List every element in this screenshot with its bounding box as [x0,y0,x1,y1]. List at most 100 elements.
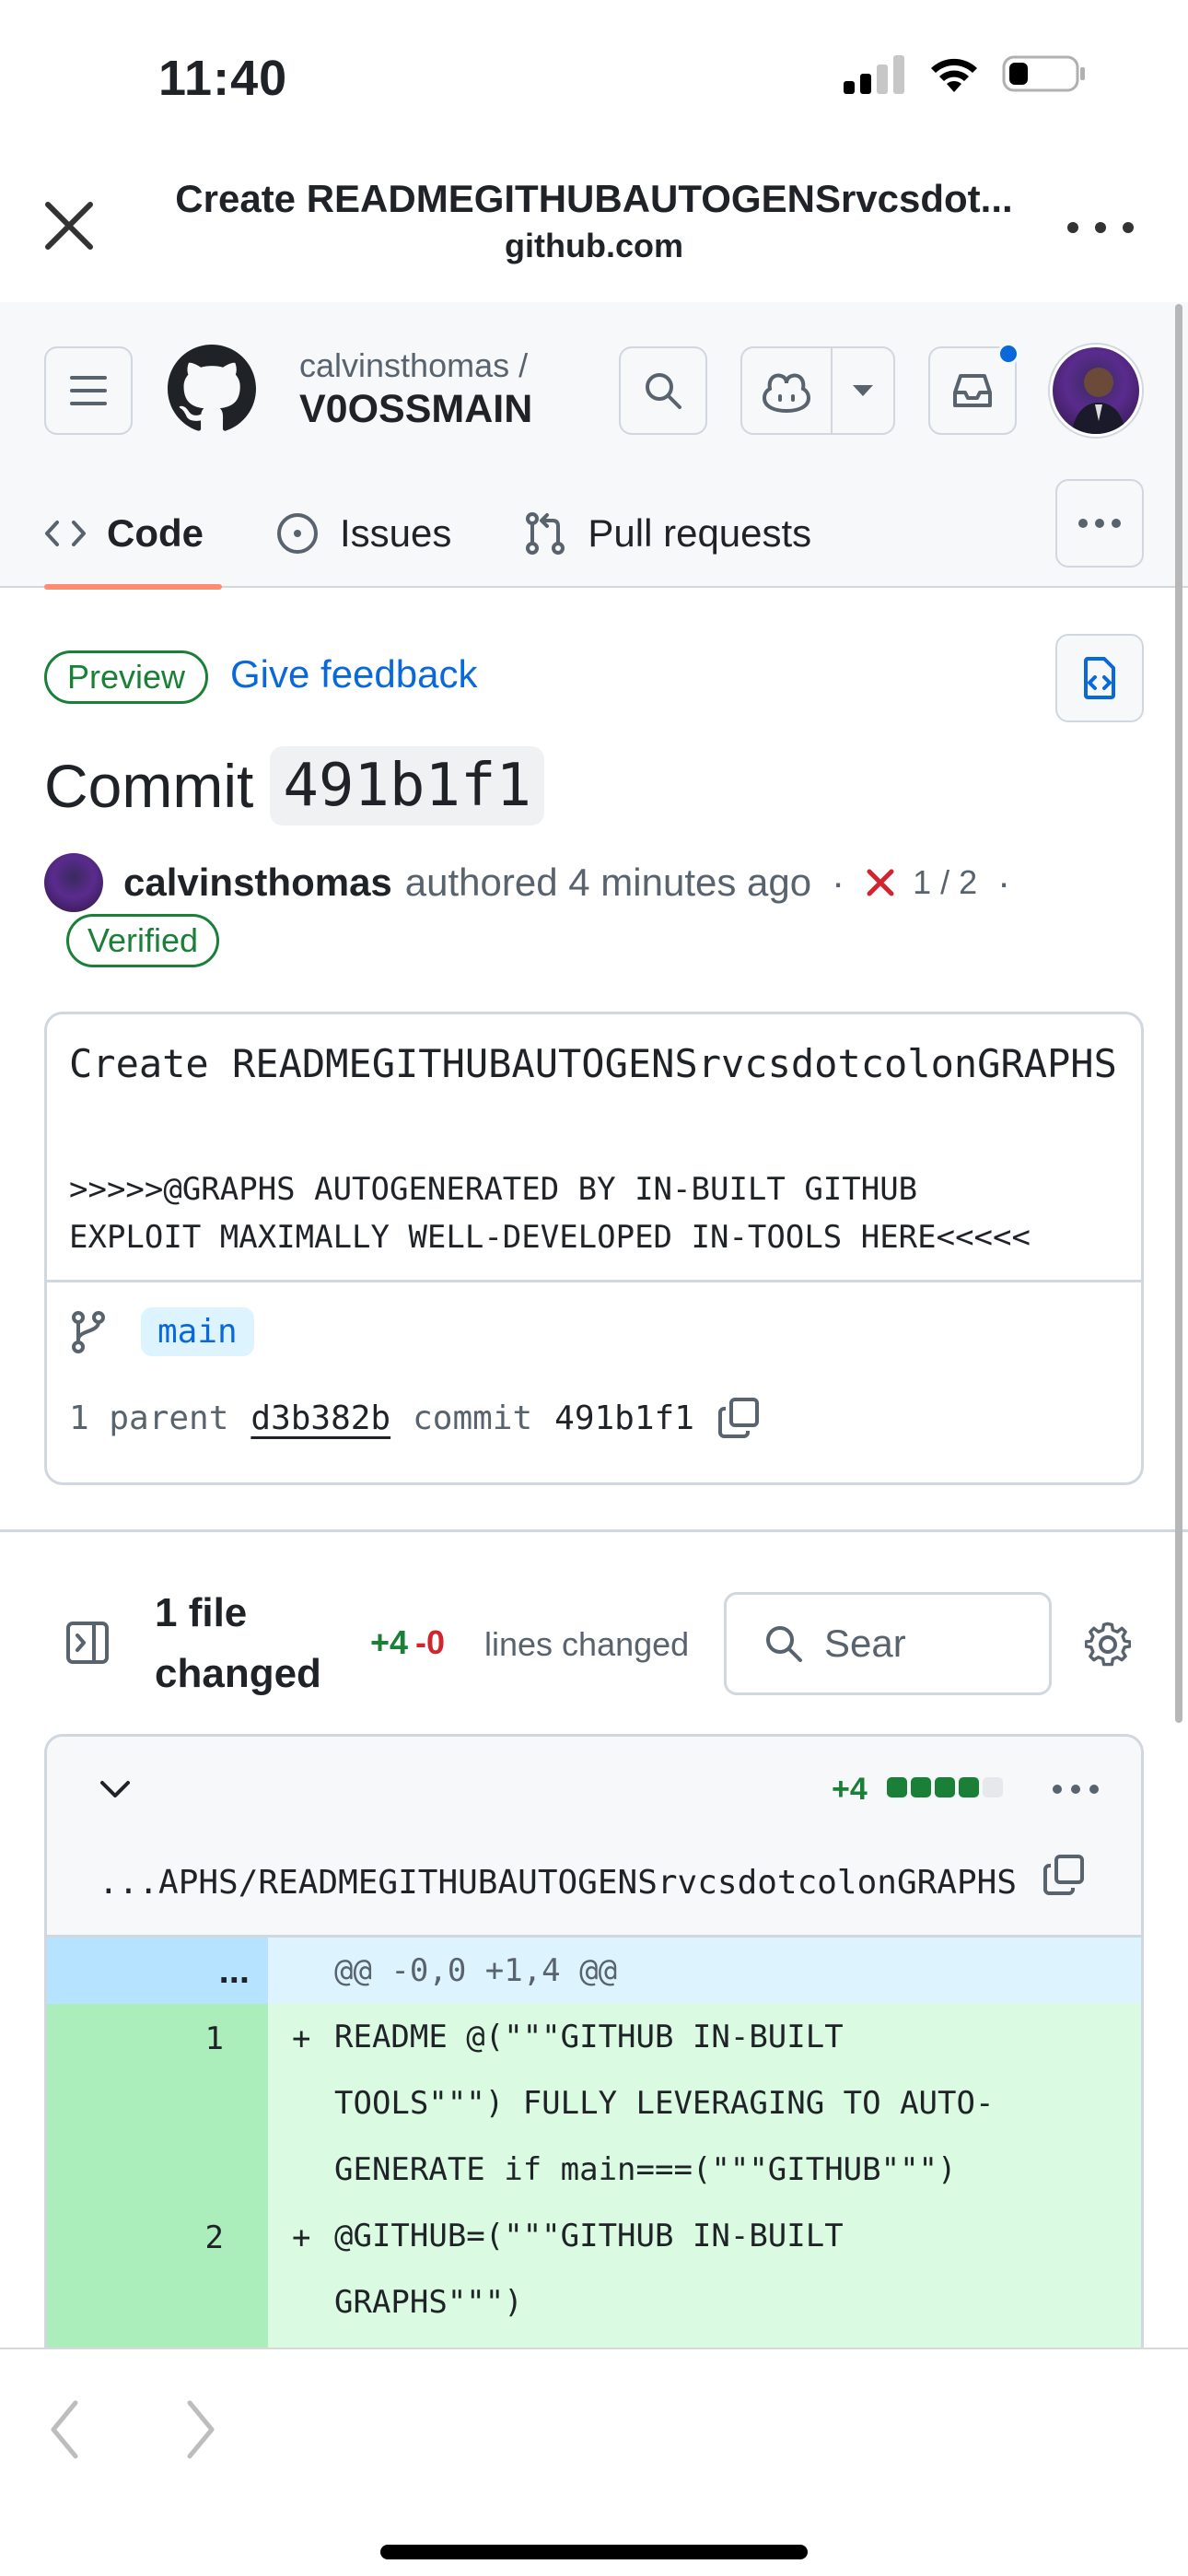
forward-arrow-icon[interactable] [181,2397,221,2462]
browse-files-button[interactable] [1055,634,1144,722]
diffstat-square [935,1777,955,1797]
line-sign: + [292,2020,311,2057]
issue-opened-icon [277,513,318,554]
copilot-button[interactable] [740,346,895,435]
separator-dot: · [832,861,845,904]
preview-badge: Preview [44,650,209,704]
diffstat-squares [887,1777,1003,1797]
parent-sha-link[interactable]: d3b382b [250,1399,390,1437]
browser-header: Create READMEGITHUBAUTOGENSrvcsdot... gi… [0,157,1188,302]
x-icon [867,869,894,896]
hunk-header: @@ -0,0 +1,4 @@ [334,1952,618,1989]
tab-issues-label: Issues [340,511,452,555]
status-time: 11:40 [158,51,288,106]
author-avatar[interactable] [44,853,103,912]
copilot-icon [763,373,810,413]
chevron-down-icon[interactable] [99,1779,132,1801]
status-icons [842,53,1087,94]
commit-title: Create READMEGITHUBAUTOGENSrvcsdotcolonG… [69,1041,1117,1086]
github-logo-icon[interactable] [168,345,256,433]
authored-time: authored 4 minutes ago [404,861,812,904]
author-name[interactable]: calvinsthomas [123,861,392,905]
avatar-image-icon [1071,368,1126,434]
hunk-header-row: ... @@ -0,0 +1,4 @@ [47,1938,1141,2004]
chevron-down-icon[interactable] [849,381,877,400]
line-number[interactable]: 1 [47,2020,224,2057]
search-button[interactable] [619,346,707,435]
branch-row: main [69,1307,254,1356]
page-title: Create READMEGITHUBAUTOGENSrvcsdot... [175,177,1013,220]
repo-tabs: Code Issues Pull requests [44,479,883,590]
user-avatar[interactable] [1050,345,1142,437]
hamburger-icon [70,376,107,405]
browser-bottom-toolbar [0,2348,1188,2576]
commit-message-box: Create READMEGITHUBAUTOGENSrvcsdotcolonG… [44,1012,1144,1485]
commit-heading-label: Commit [44,752,254,820]
notification-dot [997,343,1019,365]
back-arrow-icon[interactable] [44,2397,85,2462]
close-icon[interactable] [37,193,101,258]
verified-badge[interactable]: Verified [66,914,220,967]
diff-body: 1 + README @("""GITHUB IN-BUILT TOOLS"""… [47,2004,1141,2348]
scrollbar[interactable] [1175,304,1182,1723]
git-pull-request-icon [526,512,565,555]
code-icon [45,521,86,546]
file-code-icon [1084,657,1115,699]
lines-changed-label: lines changed [484,1625,690,1663]
gear-icon[interactable] [1085,1622,1131,1668]
sidebar-expand-icon[interactable] [64,1620,111,1666]
page-domain: github.com [505,227,683,264]
commit-label: commit [413,1399,533,1437]
tab-pull-requests-label: Pull requests [588,511,812,555]
diffstat-square [983,1777,1003,1797]
search-icon [646,373,681,409]
files-changed-toolbar: 1 file changed +4 -0 lines changed Sear [0,1577,1188,1706]
kebab-horizontal-icon[interactable] [1051,1783,1101,1796]
tab-issues[interactable]: Issues [275,479,451,588]
repo-owner[interactable]: calvinsthomas / [299,346,528,385]
cellular-signal-icon [844,55,904,94]
commit-description: >>>>>@GRAPHS AUTOGENERATED BY IN-BUILT G… [69,1171,1031,1256]
parent-row: 1 parent d3b382b commit 491b1f1 [69,1396,761,1440]
commit-sha-inline: 491b1f1 [554,1399,694,1437]
give-feedback-link[interactable]: Give feedback [230,652,478,697]
diffstat-square [887,1777,907,1797]
tab-pull-requests[interactable]: Pull requests [523,479,811,588]
search-icon [766,1626,802,1662]
checks-count: 1 / 2 [913,863,978,901]
more-options-icon[interactable] [1059,205,1142,251]
status-bar: 11:40 [0,0,1188,157]
commit-heading: Commit 491b1f1 [44,746,545,825]
parent-label: 1 parent [69,1399,229,1437]
file-path[interactable]: ...APHS/READMEGITHUBAUTOGENSrvcsdotcolon… [99,1864,1017,1902]
divider [47,1280,1141,1282]
files-changed-count: 1 file changed [155,1590,321,1696]
deletions-count: -0 [415,1623,446,1661]
tabs-overflow-button[interactable] [1055,479,1144,568]
tab-code-label: Code [107,511,204,555]
wifi-icon [931,58,977,92]
file-additions: +4 [832,1772,868,1807]
author-row: calvinsthomas authored 4 minutes ago · 1… [44,853,1031,912]
search-placeholder: Sear [824,1622,906,1665]
github-header: calvinsthomas / V0OSSMAIN Code Issues Pu… [0,302,1188,590]
file-diff: +4 ...APHS/READMEGITHUBAUTOGENSrvcsdotco… [44,1734,1144,2351]
line-number[interactable]: 2 [47,2219,224,2256]
copy-icon[interactable] [1042,1853,1086,1897]
diffstat-square [911,1777,931,1797]
section-divider [0,1529,1188,1532]
git-branch-icon [72,1310,105,1353]
additions-count: +4 [370,1623,409,1661]
repo-name[interactable]: V0OSSMAIN [299,387,532,432]
branch-name[interactable]: main [141,1307,254,1356]
battery-icon [1002,55,1085,92]
copy-icon[interactable] [716,1396,761,1440]
inbox-icon [953,374,992,407]
home-indicator[interactable] [380,2545,808,2559]
diffstat: +4 -0 [370,1623,445,1662]
menu-button[interactable] [44,346,133,435]
file-search-input[interactable]: Sear [724,1592,1052,1695]
tab-code[interactable]: Code [44,479,222,590]
checks-status[interactable]: 1 / 2 [865,863,977,902]
expand-hunk-button[interactable]: ... [47,1938,268,2004]
